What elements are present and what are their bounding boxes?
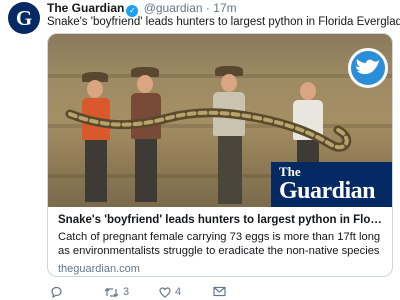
- guardian-logo-the: The: [279, 164, 301, 179]
- message-button[interactable]: [213, 286, 226, 297]
- link-card[interactable]: The Guardian Snake's 'boyfriend' leads h…: [47, 33, 393, 277]
- timestamp[interactable]: 17m: [213, 1, 236, 15]
- card-photo: The Guardian: [48, 34, 392, 207]
- reply-icon: [51, 286, 62, 298]
- retweet-button[interactable]: 3: [104, 286, 129, 298]
- author-name[interactable]: The Guardian: [47, 1, 124, 15]
- card-domain: theguardian.com: [58, 263, 140, 275]
- retweet-count: 3: [123, 286, 130, 298]
- like-button[interactable]: 4: [159, 286, 181, 298]
- author-handle[interactable]: @guardian: [144, 1, 203, 15]
- avatar-letter: G: [15, 5, 33, 30]
- card-description: Catch of pregnant female carrying 73 egg…: [58, 231, 381, 257]
- message-icon: [213, 286, 226, 297]
- avatar[interactable]: G: [8, 2, 40, 34]
- tweet-text: Snake's 'boyfriend' leads hunters to lar…: [47, 16, 400, 28]
- card-title: Snake's 'boyfriend' leads hunters to lar…: [58, 214, 384, 226]
- guardian-logo-box: The Guardian: [271, 162, 392, 207]
- reply-button[interactable]: [50, 286, 63, 298]
- guardian-logo-name: Guardian: [279, 178, 376, 204]
- retweet-icon: [104, 287, 119, 297]
- card-body[interactable]: Snake's 'boyfriend' leads hunters to lar…: [48, 207, 392, 276]
- bird-badge-icon: [348, 48, 388, 88]
- like-count: 4: [175, 286, 182, 298]
- separator: ·: [205, 1, 210, 15]
- like-icon: [159, 286, 171, 298]
